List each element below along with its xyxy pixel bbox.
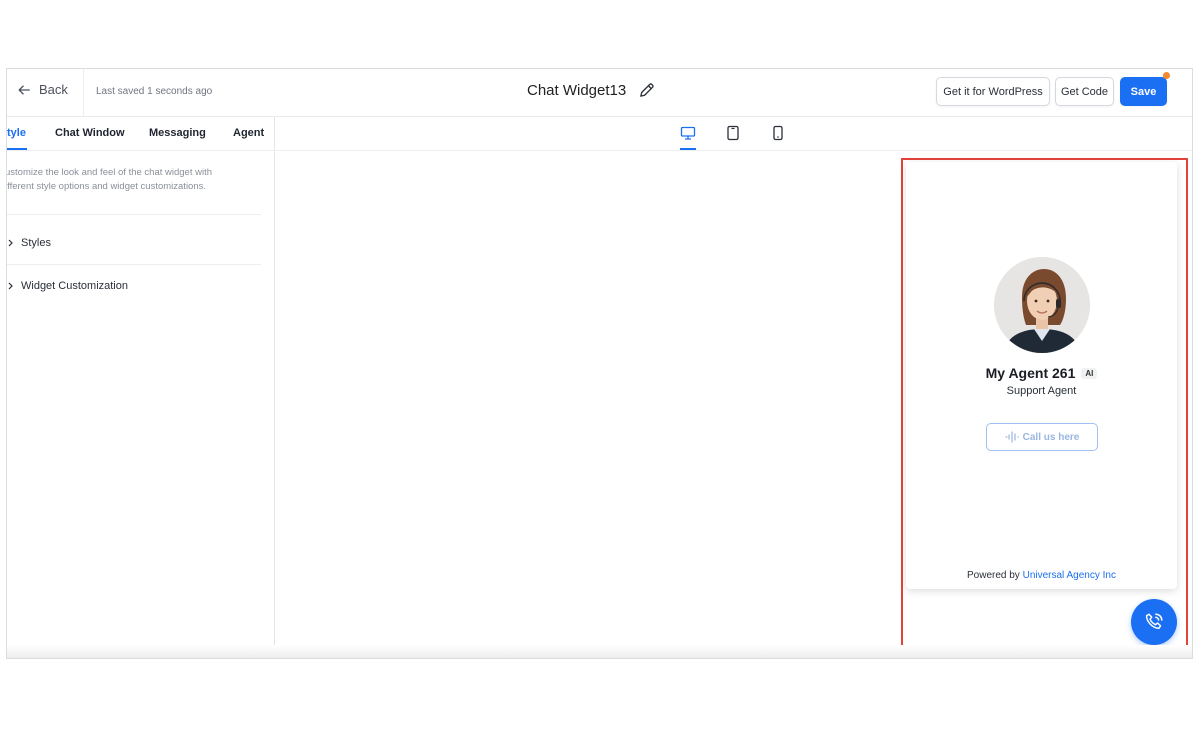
get-code-button[interactable]: Get Code [1055,77,1114,106]
call-launcher-button[interactable] [1131,599,1177,645]
device-toggle-bar [276,117,1192,151]
chat-widget-preview: My Agent 261 AI Support Agent Call us her… [906,162,1177,589]
powered-by: Powered by Universal Agency Inc [967,570,1116,581]
get-wordpress-button[interactable]: Get it for WordPress [936,77,1050,106]
tab-agent[interactable]: Agent [233,127,264,139]
chevron-right-icon [8,282,13,290]
soundwave-icon [1005,431,1019,443]
settings-tabs: tyle Chat Window Messaging Agent [7,117,274,151]
tab-messaging[interactable]: Messaging [149,127,206,139]
call-us-button[interactable]: Call us here [986,423,1098,451]
tablet-icon[interactable] [725,125,741,141]
pencil-icon[interactable] [638,82,655,99]
arrow-left-icon [18,84,30,95]
agent-avatar [994,257,1090,353]
panel-description: ustomize the look and feel of the chat w… [7,167,213,192]
top-bar: Back Last saved 1 seconds ago Chat Widge… [7,69,1192,117]
unsaved-dot [1163,72,1170,79]
tab-style[interactable]: tyle [7,127,26,139]
settings-panel: tyle Chat Window Messaging Agent ustomiz… [7,117,275,658]
mobile-icon[interactable] [770,125,786,141]
bottom-fade [7,645,1192,658]
back-label: Back [39,82,68,97]
widget-editor: Back Last saved 1 seconds ago Chat Widge… [6,68,1193,659]
ai-badge: AI [1081,368,1098,379]
last-saved-text: Last saved 1 seconds ago [96,86,213,97]
powered-by-link[interactable]: Universal Agency Inc [1023,570,1116,581]
tab-chat-window[interactable]: Chat Window [55,127,125,139]
agent-role: Support Agent [1006,385,1077,397]
divider [7,264,261,265]
widget-title: Chat Widget13 [527,82,655,99]
phone-call-icon [1145,613,1163,629]
accordion-styles[interactable]: Styles [7,237,51,249]
active-device-indicator [680,148,696,150]
chevron-right-icon [8,239,13,247]
active-tab-indicator [7,148,27,150]
back-button[interactable]: Back [17,82,68,97]
agent-name: My Agent 261 AI [906,365,1177,381]
widget-title-text: Chat Widget13 [527,82,627,99]
accordion-widget-customization[interactable]: Widget Customization [7,280,128,292]
divider [7,214,261,215]
desktop-icon[interactable] [680,125,696,141]
divider [83,69,84,117]
save-button[interactable]: Save [1120,77,1167,106]
